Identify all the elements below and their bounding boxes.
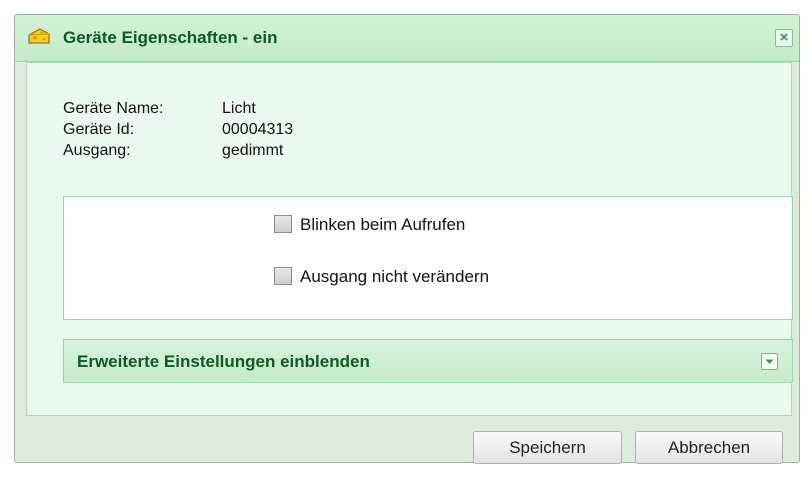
output-value: gedimmt: [222, 142, 284, 159]
device-properties-dialog: Geräte Eigenschaften - ein × Geräte Name…: [14, 14, 800, 464]
device-name-value: Licht: [222, 100, 256, 117]
advanced-settings-label: Erweiterte Einstellungen einblenden: [77, 352, 370, 371]
device-name-label: Geräte Name:: [63, 100, 164, 117]
close-icon: ×: [779, 29, 789, 46]
chevron-down-icon[interactable]: [761, 353, 778, 370]
dialog-title: Geräte Eigenschaften - ein: [63, 28, 278, 47]
option-blink-on-call[interactable]: Blinken beim Aufrufen: [274, 215, 465, 237]
option-keep-output[interactable]: Ausgang nicht verändern: [274, 267, 489, 289]
close-button[interactable]: ×: [775, 29, 793, 47]
cancel-button[interactable]: Abbrechen: [635, 431, 783, 464]
dialog-content: Geräte Name: Licht Geräte Id: 00004313 Aus…: [26, 62, 793, 416]
keep-output-checkbox[interactable]: [274, 267, 292, 285]
dialog-titlebar[interactable]: Geräte Eigenschaften - ein ×: [15, 15, 799, 62]
save-button[interactable]: Speichern: [473, 431, 622, 464]
advanced-settings-toggle[interactable]: Erweiterte Einstellungen einblenden: [63, 339, 793, 383]
device-id-label: Geräte Id:: [63, 121, 135, 138]
device-id-value: 00004313: [222, 121, 294, 138]
output-row: Ausgang: gedimmt: [63, 142, 283, 160]
device-name-row: Geräte Name: Licht: [63, 100, 256, 118]
blink-checkbox[interactable]: [274, 215, 292, 233]
cheese-icon: [27, 26, 51, 48]
device-id-row: Geräte Id: 00004313: [63, 121, 293, 139]
options-panel: Blinken beim Aufrufen Ausgang nicht verä…: [63, 196, 793, 320]
output-label: Ausgang:: [63, 142, 131, 159]
blink-checkbox-label: Blinken beim Aufrufen: [300, 215, 466, 234]
keep-output-checkbox-label: Ausgang nicht verändern: [300, 267, 490, 286]
